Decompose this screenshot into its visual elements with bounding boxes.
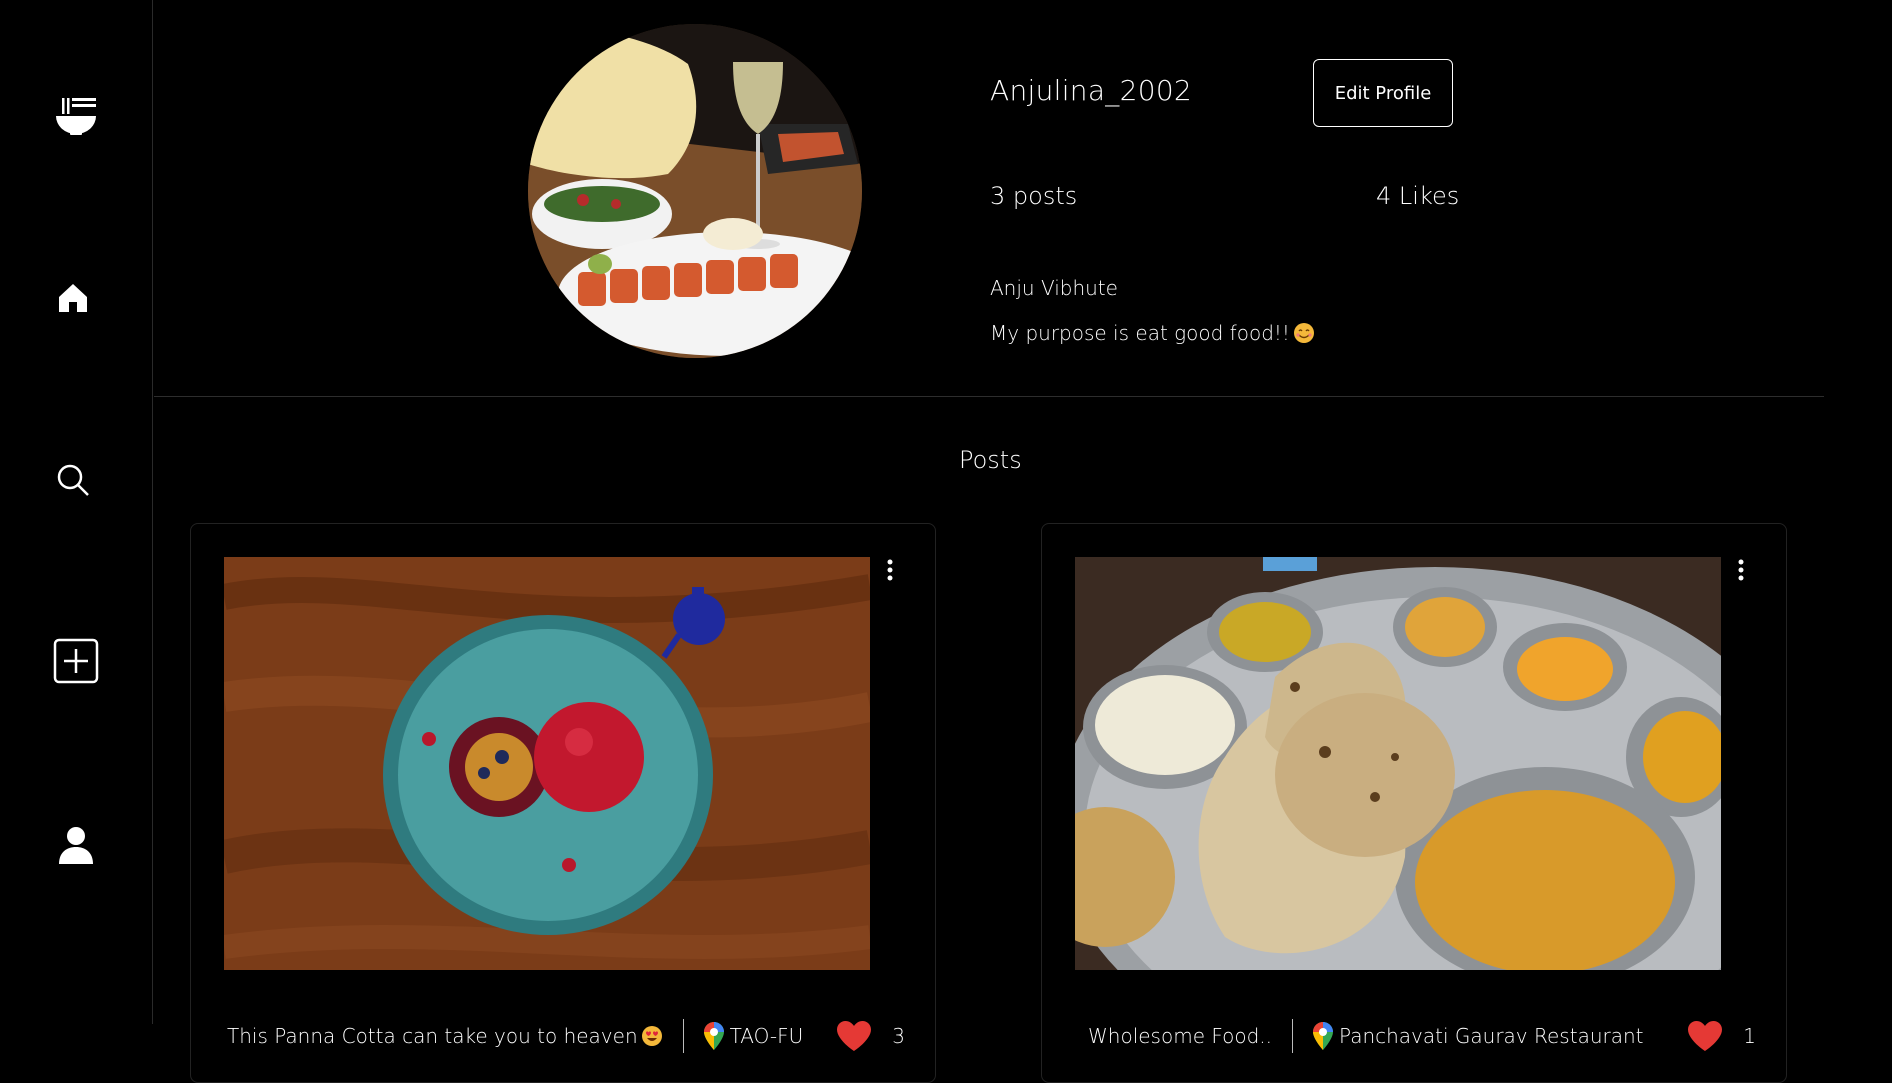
likes: 1	[1687, 1020, 1756, 1052]
map-pin-icon	[1313, 1022, 1334, 1050]
search-icon[interactable]	[56, 463, 90, 501]
bowl-icon[interactable]	[54, 96, 98, 140]
post-caption: Wholesome Food..	[1088, 1024, 1273, 1048]
heart-eyes-icon	[641, 1025, 663, 1047]
post-caption: This Panna Cotta can take you to heaven	[227, 1024, 638, 1048]
avatar	[528, 24, 862, 358]
bio-text: My purpose is eat good food!!	[990, 321, 1290, 345]
likes: 3	[836, 1020, 905, 1052]
location[interactable]: Panchavati Gaurav Restaurant	[1313, 1022, 1644, 1050]
more-options-icon[interactable]	[885, 558, 895, 582]
likes-count: 4 Likes	[1376, 182, 1460, 210]
post-footer: Wholesome Food.. Panchavati Gaurav Resta…	[1088, 1012, 1756, 1060]
post-card: This Panna Cotta can take you to heaven	[190, 523, 936, 1083]
like-count: 3	[892, 1024, 905, 1048]
divider	[154, 396, 1824, 397]
smiling-face-icon	[1293, 323, 1314, 343]
bio: My purpose is eat good food!!	[990, 321, 1314, 345]
location-name: TAO-FU	[729, 1024, 804, 1048]
post-card: Wholesome Food.. Panchavati Gaurav Resta…	[1041, 523, 1787, 1083]
home-icon[interactable]	[57, 282, 89, 318]
map-pin-icon	[703, 1022, 724, 1050]
posts-count: 3 posts	[990, 182, 1078, 210]
profile-page: Anjulina_2002 Edit Profile 3 posts 4 Lik…	[154, 0, 1892, 1083]
post-image[interactable]	[224, 557, 870, 970]
separator	[1292, 1019, 1294, 1053]
plus-square-icon[interactable]	[53, 638, 99, 688]
full-name: Anju Vibhute	[990, 276, 1118, 300]
edit-profile-button[interactable]: Edit Profile	[1313, 59, 1453, 127]
more-options-icon[interactable]	[1736, 558, 1746, 582]
posts-heading: Posts	[959, 446, 1022, 474]
post-image[interactable]	[1075, 557, 1721, 970]
username: Anjulina_2002	[990, 74, 1193, 107]
user-icon[interactable]	[57, 826, 95, 870]
location[interactable]: TAO-FU	[703, 1022, 804, 1050]
sidebar	[0, 0, 153, 1024]
heart-icon[interactable]	[1687, 1020, 1723, 1052]
location-name: Panchavati Gaurav Restaurant	[1339, 1024, 1644, 1048]
post-footer: This Panna Cotta can take you to heaven	[227, 1012, 905, 1060]
like-count: 1	[1743, 1024, 1756, 1048]
separator	[682, 1019, 684, 1053]
heart-icon[interactable]	[836, 1020, 872, 1052]
